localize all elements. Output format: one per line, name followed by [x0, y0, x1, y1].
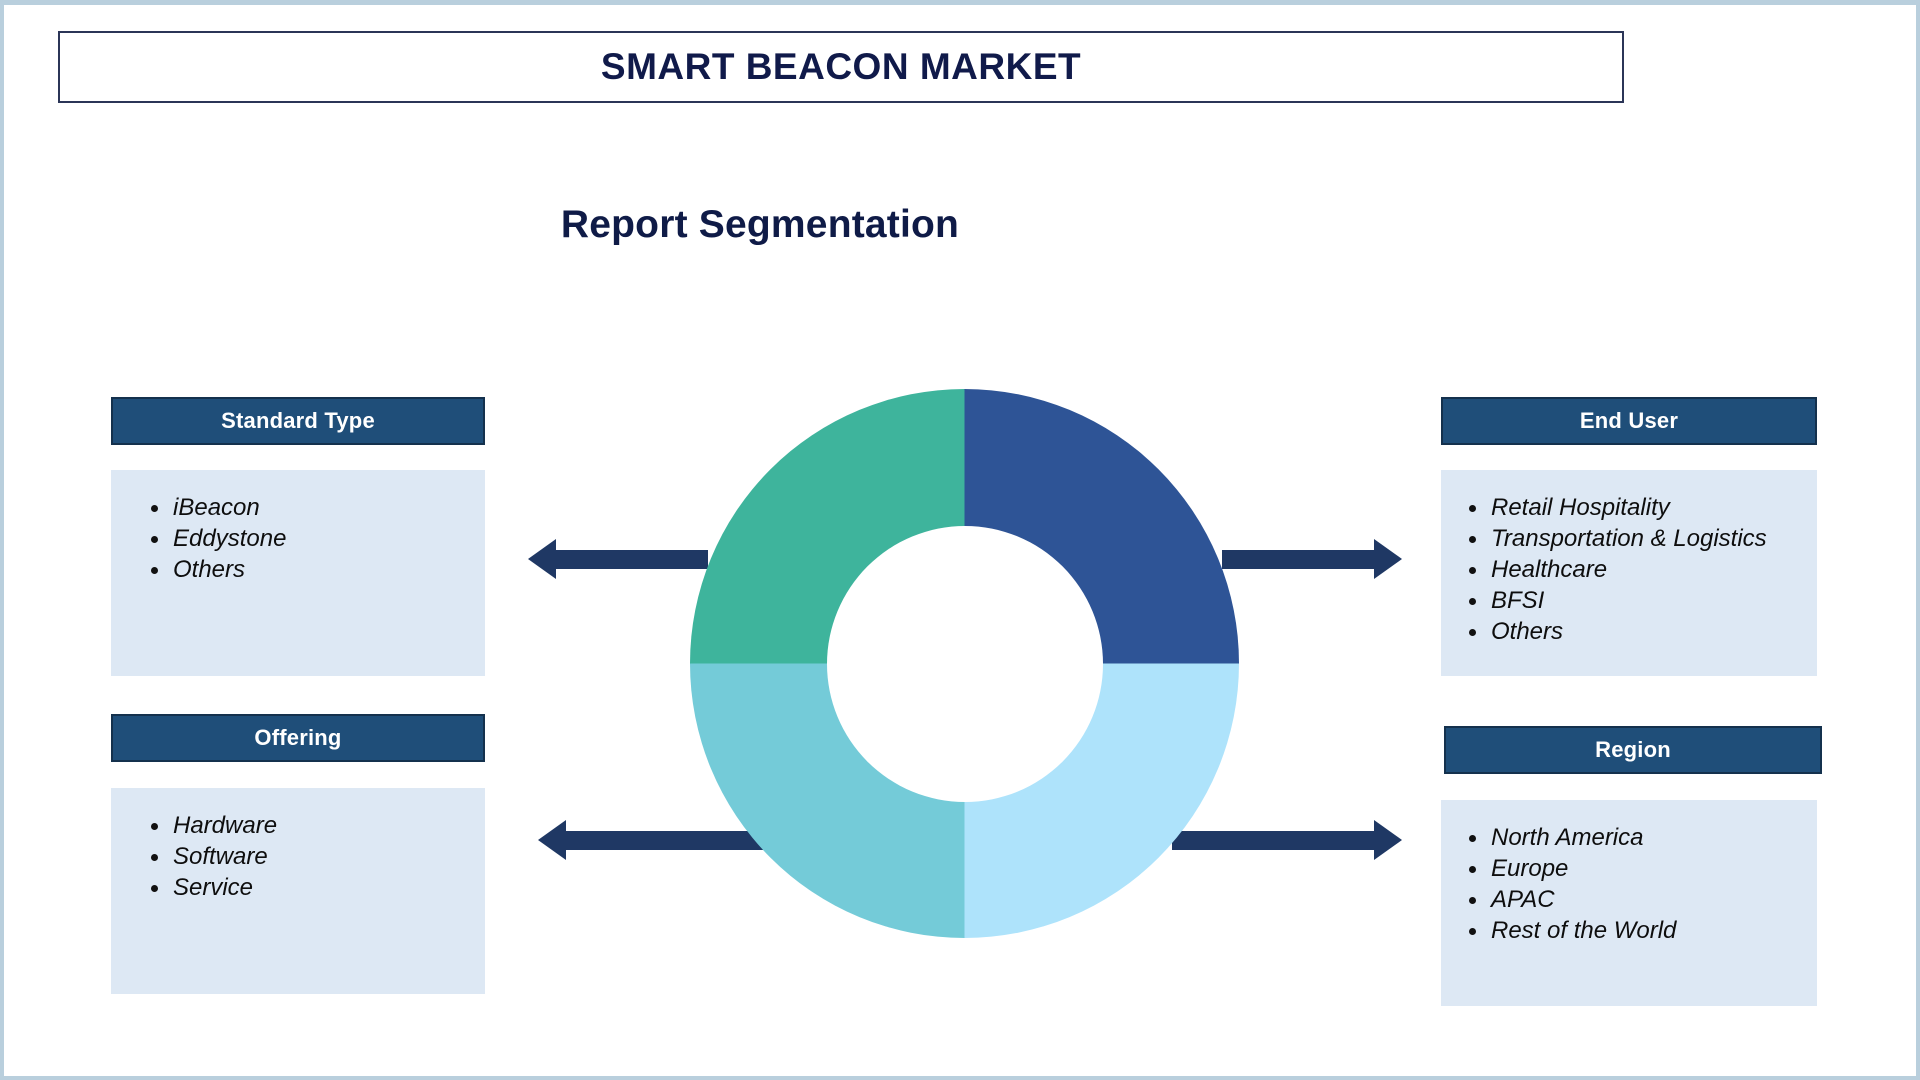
list-item: Others	[145, 554, 485, 585]
section-heading-text: Report Segmentation	[560, 203, 960, 246]
donut-center-hole	[826, 525, 1103, 802]
list-item: Retail Hospitality	[1463, 492, 1817, 523]
list-item: BFSI	[1463, 585, 1817, 616]
arrow-right-end-user	[1222, 539, 1402, 579]
arrow-shaft	[1222, 550, 1376, 569]
page-title: SMART BEACON MARKET	[600, 46, 1082, 87]
list-item: APAC	[1463, 884, 1817, 915]
segment-header-label: Standard Type	[221, 408, 375, 433]
segment-header-offering: Offering	[111, 714, 485, 762]
segment-body-end-user: Retail Hospitality Transportation & Logi…	[1441, 470, 1817, 676]
segment-list-offering: Hardware Software Service	[111, 810, 485, 903]
list-item: Eddystone	[145, 523, 485, 554]
segment-body-offering: Hardware Software Service	[111, 788, 485, 994]
list-item: Transportation & Logistics	[1463, 523, 1817, 554]
segmentation-donut-chart	[690, 389, 1239, 938]
segment-header-standard-type: Standard Type	[111, 397, 485, 445]
report-title-box: SMART BEACON MARKET	[58, 31, 1624, 103]
segment-list-standard-type: iBeacon Eddystone Others	[111, 492, 485, 585]
list-item: Service	[145, 872, 485, 903]
segment-header-end-user: End User	[1441, 397, 1817, 445]
list-item: Healthcare	[1463, 554, 1817, 585]
arrow-head-icon	[1374, 539, 1402, 579]
arrow-shaft	[554, 550, 708, 569]
segment-header-region: Region	[1444, 726, 1822, 774]
list-item: Hardware	[145, 810, 485, 841]
report-segmentation-page: SMART BEACON MARKET Report Segmentation …	[0, 0, 1920, 1080]
arrow-head-icon	[528, 539, 556, 579]
list-item: Europe	[1463, 853, 1817, 884]
segment-body-region: North America Europe APAC Rest of the Wo…	[1441, 800, 1817, 1006]
arrow-head-icon	[1374, 820, 1402, 860]
segment-body-standard-type: iBeacon Eddystone Others	[111, 470, 485, 676]
arrow-head-icon	[538, 820, 566, 860]
list-item: iBeacon	[145, 492, 485, 523]
segment-list-end-user: Retail Hospitality Transportation & Logi…	[1441, 492, 1817, 647]
arrow-left-standard-type	[528, 539, 708, 579]
segment-header-label: End User	[1579, 408, 1679, 433]
segment-header-label: Offering	[254, 725, 342, 750]
section-heading: Report Segmentation	[4, 203, 1920, 247]
segment-list-region: North America Europe APAC Rest of the Wo…	[1441, 822, 1817, 946]
segment-header-label: Region	[1595, 737, 1671, 762]
list-item: North America	[1463, 822, 1817, 853]
list-item: Others	[1463, 616, 1817, 647]
list-item: Rest of the World	[1463, 915, 1817, 946]
list-item: Software	[145, 841, 485, 872]
